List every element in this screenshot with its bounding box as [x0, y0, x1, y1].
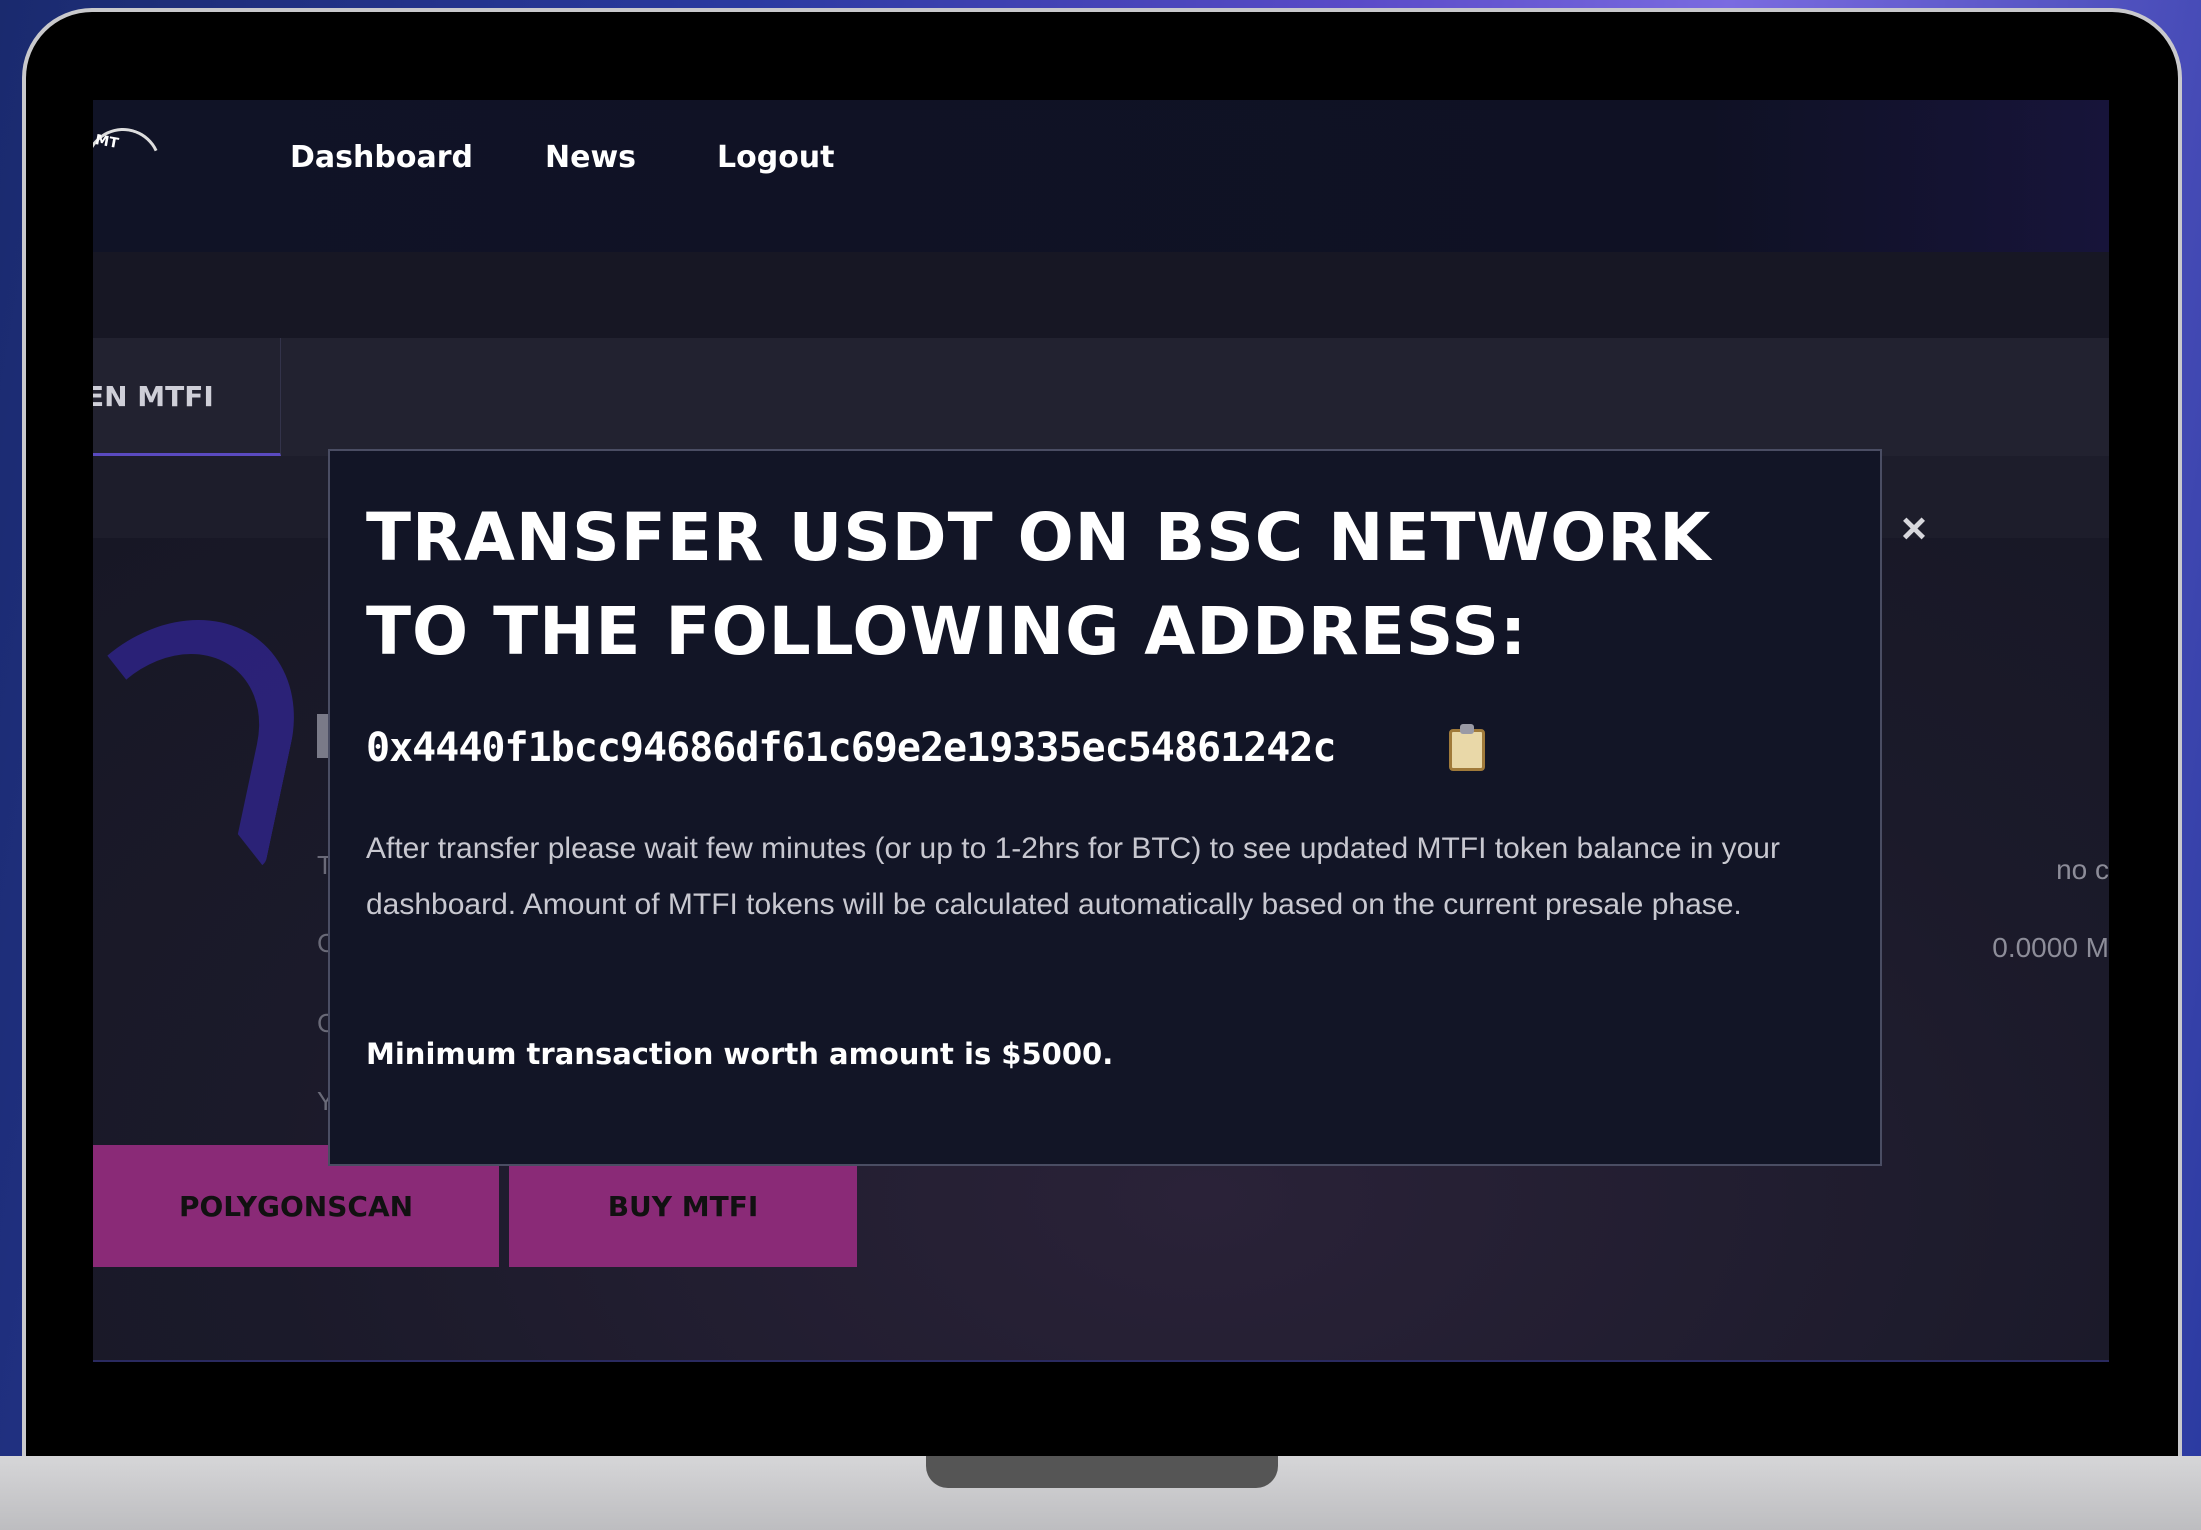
tab-token-mtfi[interactable]: EN MTFI — [93, 338, 281, 456]
navbar: MT Dashboard News Logout — [93, 100, 2109, 252]
nav-dashboard[interactable]: Dashboard — [290, 140, 473, 175]
nav-logout[interactable]: Logout — [717, 140, 835, 175]
wallet-address[interactable]: 0x4440f1bcc94686df61c69e2e19335ec5486124… — [366, 725, 1336, 771]
clipboard-icon[interactable] — [1449, 724, 1485, 771]
modal-title: TRANSFER USDT ON BSC NETWORK TO THE FOLL… — [366, 499, 1712, 670]
transfer-instructions: After transfer please wait few minutes (… — [366, 832, 1780, 921]
divider — [93, 1360, 2109, 1362]
bg-balance-value: 0.0000 M — [1992, 932, 2109, 963]
screen: MT Dashboard News Logout EN MTFI T C C Y… — [93, 100, 2109, 1362]
tab-bar: EN MTFI — [93, 338, 2109, 456]
sub-header-band — [93, 252, 2109, 338]
brand-shape-icon — [93, 620, 318, 868]
laptop-notch — [926, 1456, 1278, 1488]
minimum-amount-note: Minimum transaction worth amount is $500… — [366, 1037, 1114, 1071]
bg-status-value: no c — [2056, 854, 2109, 885]
logo-icon[interactable] — [93, 117, 172, 215]
transfer-modal: TRANSFER USDT ON BSC NETWORK TO THE FOLL… — [328, 449, 1927, 1166]
close-icon[interactable]: × — [1894, 507, 1934, 551]
nav-news[interactable]: News — [545, 140, 636, 175]
